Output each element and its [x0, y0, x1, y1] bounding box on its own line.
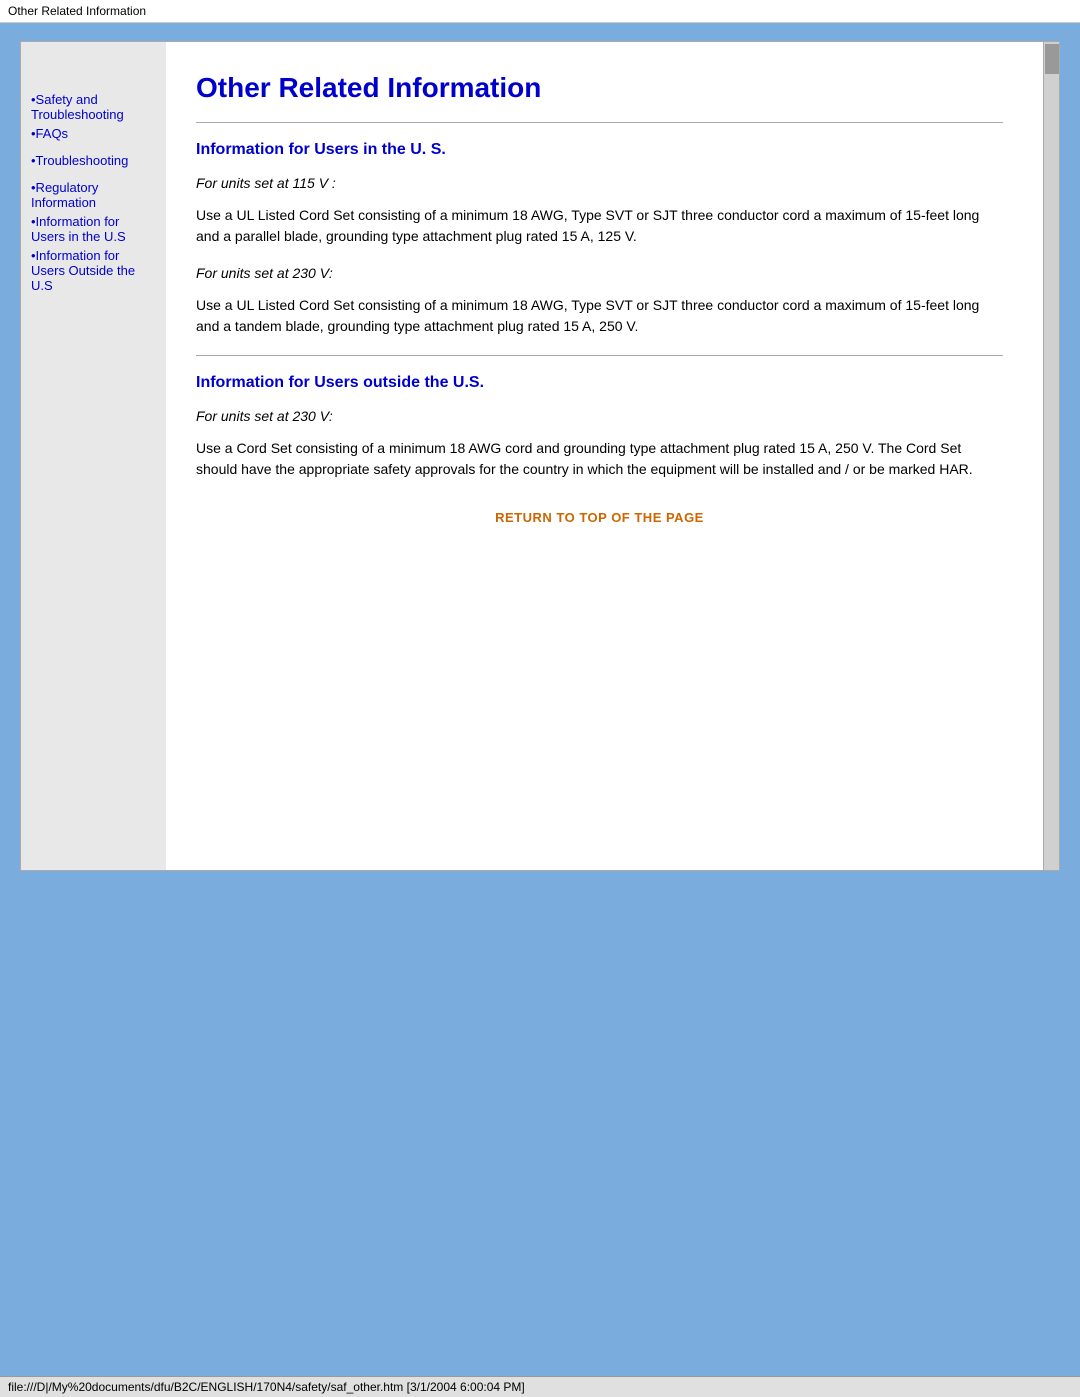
title-bar-text: Other Related Information: [8, 4, 146, 18]
scrollbar[interactable]: [1043, 42, 1059, 870]
status-bar-text: file:///D|/My%20documents/dfu/B2C/ENGLIS…: [8, 1380, 525, 1394]
section1-sub1-heading: For units set at 115 V :: [196, 175, 1003, 191]
sidebar-item-info-users-us[interactable]: •Information for Users in the U.S: [31, 214, 156, 244]
sidebar: •Safety and Troubleshooting •FAQs •Troub…: [21, 42, 166, 870]
page-title: Other Related Information: [196, 72, 1003, 104]
section1-title: Information for Users in the U. S.: [196, 141, 1003, 159]
page-layout: •Safety and Troubleshooting •FAQs •Troub…: [21, 42, 1059, 870]
section1-sub2-body: Use a UL Listed Cord Set consisting of a…: [196, 295, 1003, 337]
status-bar: file:///D|/My%20documents/dfu/B2C/ENGLIS…: [0, 1376, 1080, 1397]
sidebar-item-safety-troubleshooting[interactable]: •Safety and Troubleshooting: [31, 92, 156, 122]
sidebar-item-troubleshooting[interactable]: •Troubleshooting: [31, 153, 156, 168]
section1-sub2-heading: For units set at 230 V:: [196, 265, 1003, 281]
section2-title: Information for Users outside the U.S.: [196, 374, 1003, 392]
return-to-top-link[interactable]: RETURN TO TOP OF THE PAGE: [196, 510, 1003, 525]
sidebar-group-2: •Troubleshooting: [31, 153, 156, 168]
section2-sub1-body: Use a Cord Set consisting of a minimum 1…: [196, 438, 1003, 480]
divider-middle: [196, 355, 1003, 356]
title-bar: Other Related Information: [0, 0, 1080, 23]
browser-content: •Safety and Troubleshooting •FAQs •Troub…: [20, 41, 1060, 871]
sidebar-group-1: •Safety and Troubleshooting •FAQs: [31, 92, 156, 141]
section2-sub1-heading: For units set at 230 V:: [196, 408, 1003, 424]
divider-top: [196, 122, 1003, 123]
sidebar-item-faqs[interactable]: •FAQs: [31, 126, 156, 141]
sidebar-item-info-users-outside[interactable]: •Information for Users Outside the U.S: [31, 248, 156, 293]
section1-sub1-body: Use a UL Listed Cord Set consisting of a…: [196, 205, 1003, 247]
main-content: Other Related Information Information fo…: [166, 42, 1043, 870]
sidebar-group-3: •Regulatory Information •Information for…: [31, 180, 156, 293]
sidebar-item-regulatory-info[interactable]: •Regulatory Information: [31, 180, 156, 210]
scrollbar-thumb[interactable]: [1045, 44, 1059, 74]
